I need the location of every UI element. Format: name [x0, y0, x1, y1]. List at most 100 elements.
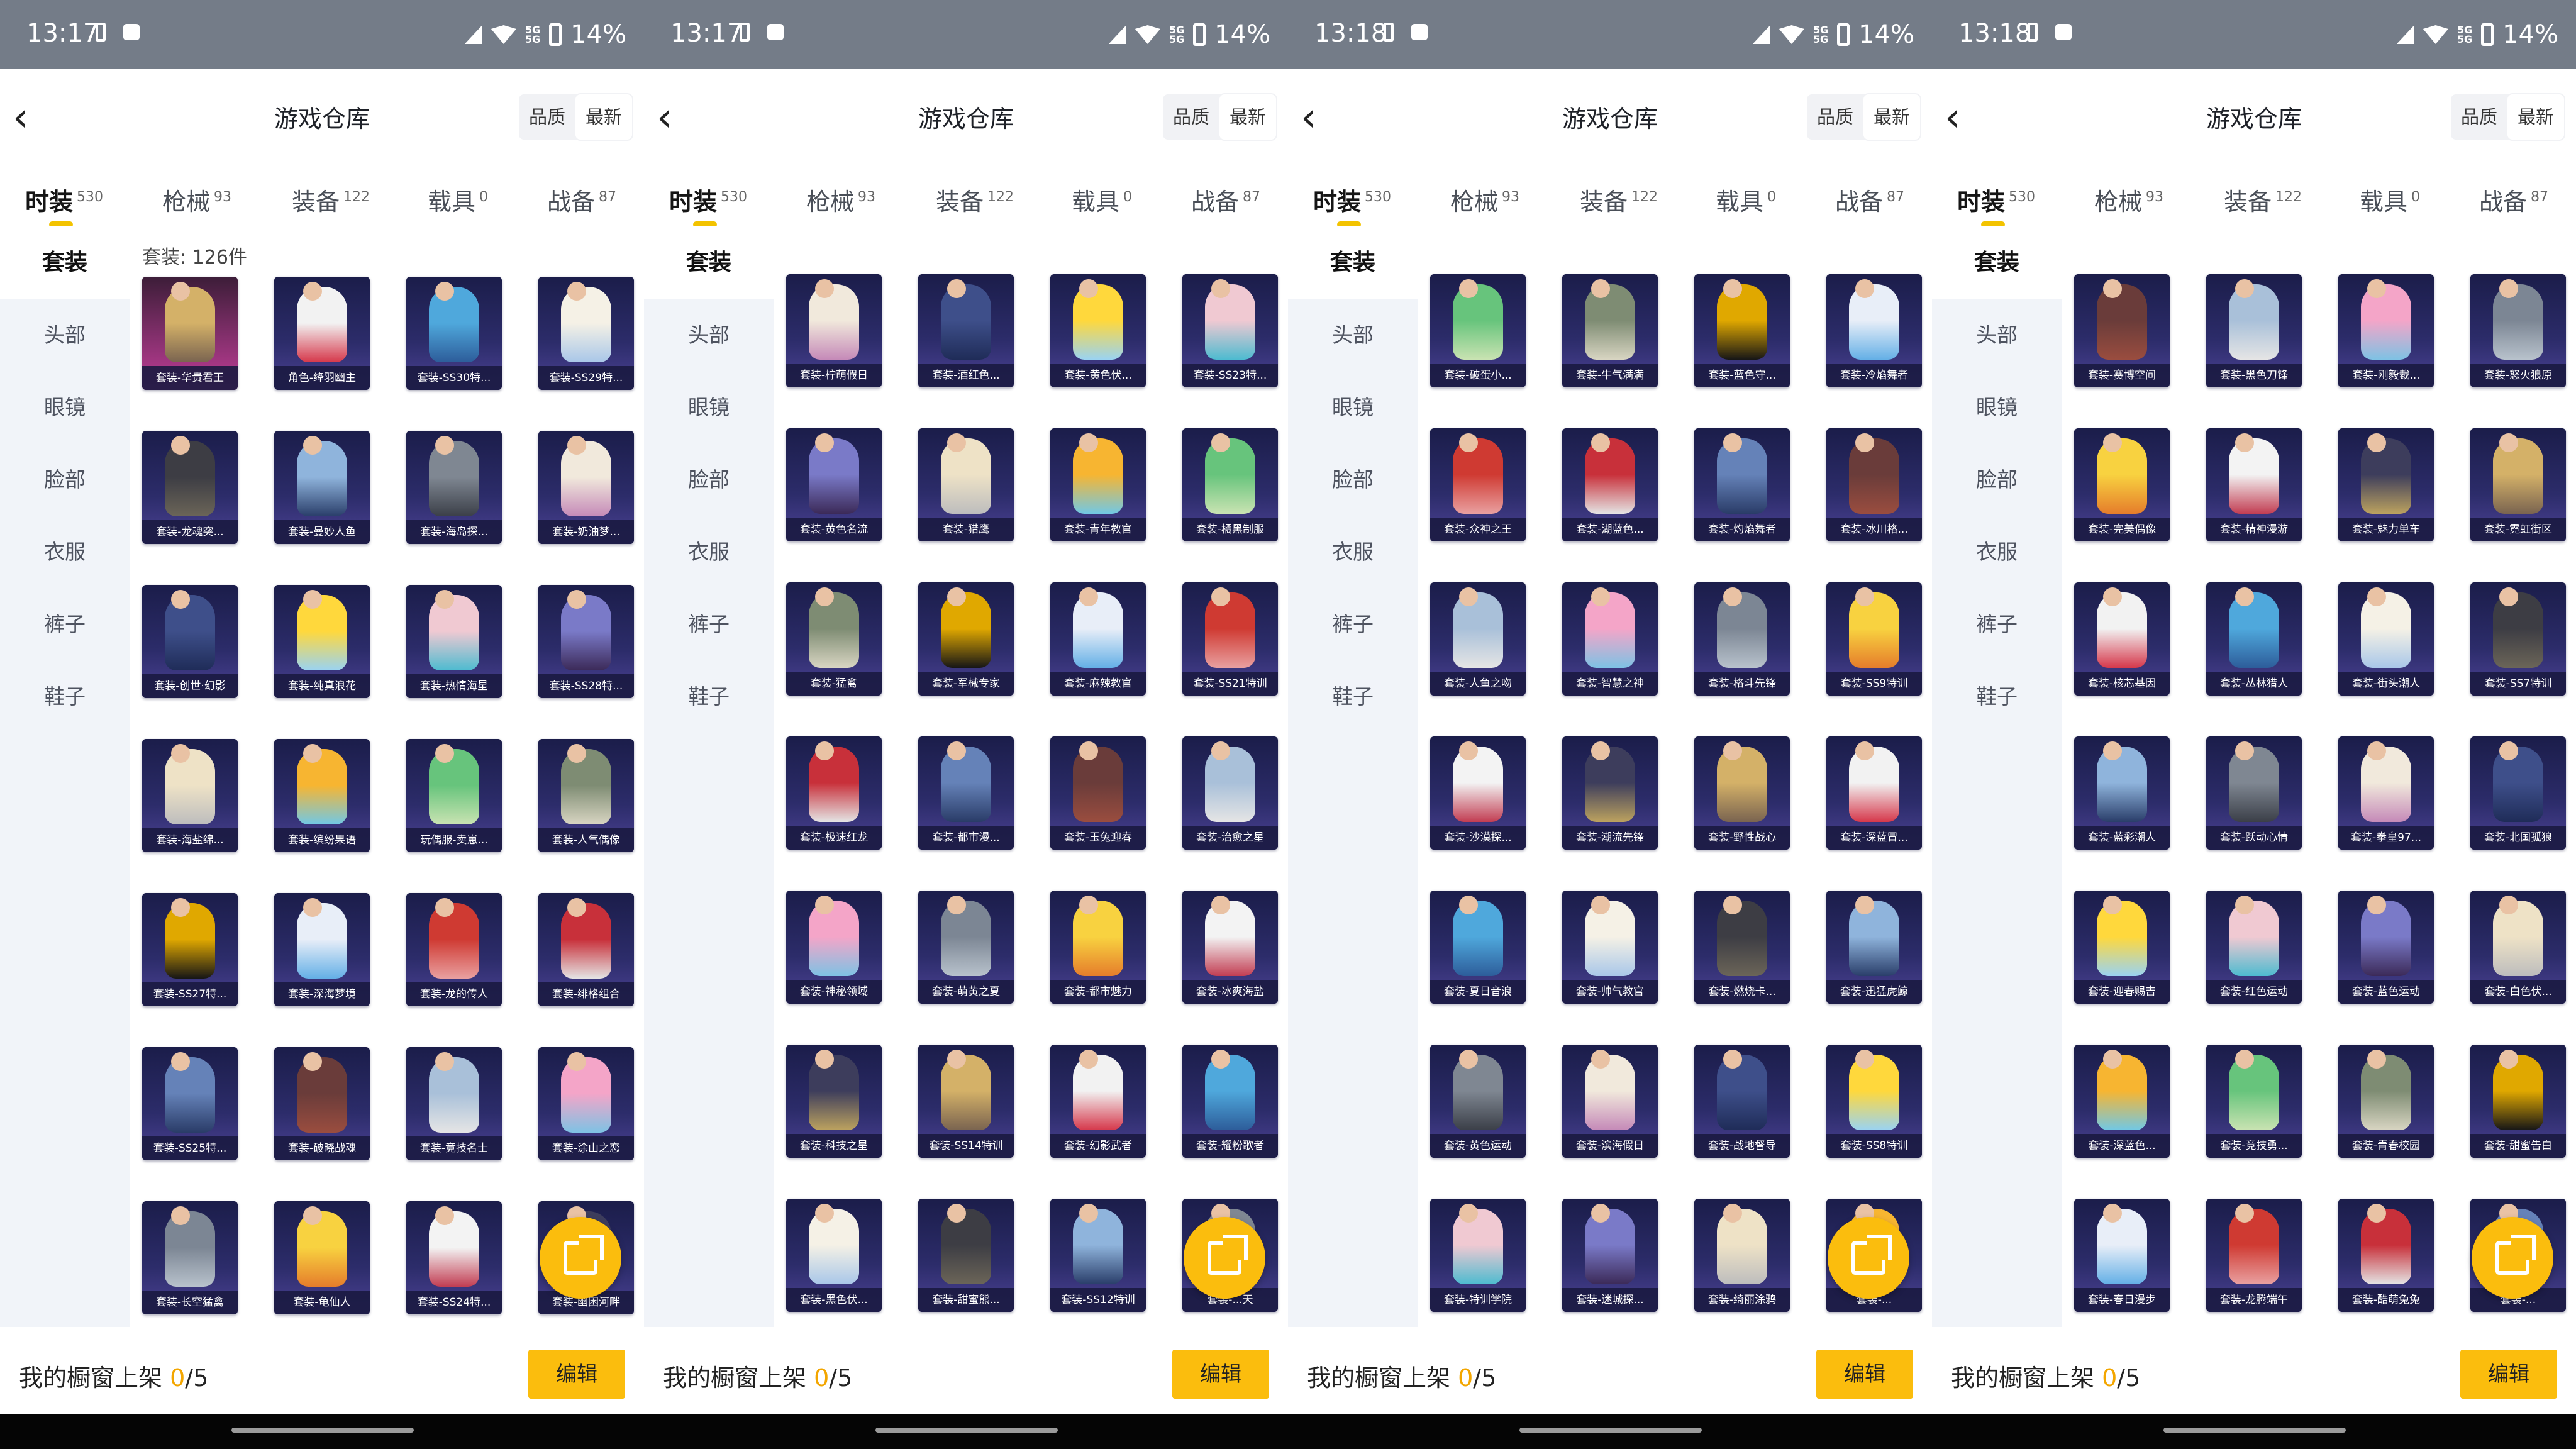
home-indicator[interactable] — [231, 1428, 414, 1433]
item-card[interactable]: 套装-猎鹰 — [918, 428, 1014, 541]
item-card[interactable]: 套装-SS24特... — [406, 1201, 502, 1314]
item-card[interactable]: 套装-萌黄之夏 — [918, 891, 1014, 1004]
item-card[interactable]: 套装-SS23特... — [1182, 274, 1278, 387]
item-card[interactable]: 套装-竞技勇... — [2206, 1045, 2302, 1158]
tab-2[interactable]: 装备 122 — [936, 182, 1014, 217]
tab-0[interactable]: 时装 530 — [25, 182, 103, 217]
sort-latest-button[interactable]: 最新 — [1219, 94, 1277, 140]
item-card[interactable]: 套装-魅力单车 — [2338, 428, 2434, 541]
home-indicator[interactable] — [875, 1428, 1058, 1433]
item-card[interactable]: 套装-创世·幻影 — [142, 585, 238, 698]
item-card[interactable]: 套装-黑色刀锋 — [2206, 274, 2302, 387]
item-card[interactable]: 套装-长空猛禽 — [142, 1201, 238, 1314]
item-card[interactable]: 套装-龙魂突... — [142, 431, 238, 544]
item-card[interactable]: 套装-蓝色运动 — [2338, 891, 2434, 1004]
item-card[interactable]: 套装-海岛探... — [406, 431, 502, 544]
sidebar-item-6[interactable]: 鞋子 — [0, 660, 130, 733]
item-card[interactable]: 套装-灼焰舞者 — [1694, 428, 1790, 541]
item-card[interactable]: 套装-幻影武者 — [1050, 1045, 1146, 1158]
item-card[interactable]: 套装-耀粉歌者 — [1182, 1045, 1278, 1158]
home-indicator[interactable] — [2163, 1428, 2346, 1433]
item-card[interactable]: 套装-人气偶像 — [538, 739, 634, 852]
item-card[interactable]: 套装-缤纷果语 — [274, 739, 370, 852]
item-card[interactable]: 套装-SS12特训 — [1050, 1199, 1146, 1312]
item-card[interactable]: 套装-绯格组合 — [538, 893, 634, 1006]
item-card[interactable]: 套装-北国孤狼 — [2470, 736, 2566, 850]
item-card[interactable]: 套装-热情海星 — [406, 585, 502, 698]
item-card[interactable]: 套装-赛博空间 — [2074, 274, 2170, 387]
tab-2[interactable]: 装备 122 — [2224, 182, 2302, 217]
item-card[interactable]: 套装-SS28特... — [538, 585, 634, 698]
item-card[interactable]: 套装-竞技名士 — [406, 1047, 502, 1160]
sidebar-item-4[interactable]: 衣服 — [0, 516, 130, 588]
tab-1[interactable]: 枪械 93 — [162, 182, 231, 217]
sidebar-item-1[interactable]: 头部 — [0, 299, 130, 371]
item-card[interactable]: 套装-SS30特... — [406, 277, 502, 390]
item-card[interactable]: 套装-酒红色... — [918, 274, 1014, 387]
item-card[interactable]: 套装-甜蜜熊... — [918, 1199, 1014, 1312]
tab-4[interactable]: 战备 87 — [1191, 182, 1260, 217]
sort-quality-button[interactable]: 品质 — [1807, 94, 1863, 140]
item-card[interactable]: 套装-SS14特训 — [918, 1045, 1014, 1158]
item-card[interactable]: 套装-酷萌兔兔 — [2338, 1199, 2434, 1312]
item-card[interactable]: 套装-SS25特... — [142, 1047, 238, 1160]
item-card[interactable]: 套装-沙漠探... — [1430, 736, 1526, 850]
sidebar-item-3[interactable]: 脸部 — [1932, 443, 2062, 516]
item-card[interactable]: 套装-潮流先锋 — [1562, 736, 1658, 850]
item-card[interactable]: 套装-橘黑制服 — [1182, 428, 1278, 541]
item-card[interactable]: 套装-深蓝冒... — [1826, 736, 1922, 850]
tab-0[interactable]: 时装 530 — [669, 182, 747, 217]
home-indicator[interactable] — [1519, 1428, 1702, 1433]
item-card[interactable]: 套装-精神漫游 — [2206, 428, 2302, 541]
sort-quality-button[interactable]: 品质 — [1163, 94, 1219, 140]
item-card[interactable]: 套装-极速红龙 — [786, 736, 882, 850]
item-card[interactable]: 套装-冷焰舞者 — [1826, 274, 1922, 387]
item-card[interactable]: 套装-青春校园 — [2338, 1045, 2434, 1158]
item-card[interactable]: 套装-特训学院 — [1430, 1199, 1526, 1312]
share-button[interactable] — [540, 1217, 621, 1299]
item-card[interactable]: 角色-绛羽幽主 — [274, 277, 370, 390]
item-card[interactable]: 套装-迅猛虎鲸 — [1826, 891, 1922, 1004]
item-card[interactable]: 套装-破蛋小... — [1430, 274, 1526, 387]
item-card[interactable]: 套装-完美偶像 — [2074, 428, 2170, 541]
item-card[interactable]: 套装-涂山之恋 — [538, 1047, 634, 1160]
item-card[interactable]: 套装-红色运动 — [2206, 891, 2302, 1004]
item-card[interactable]: 套装-玉兔迎春 — [1050, 736, 1146, 850]
item-card[interactable]: 套装-神秘领域 — [786, 891, 882, 1004]
item-card[interactable]: 套装-蓝彩潮人 — [2074, 736, 2170, 850]
sort-latest-button[interactable]: 最新 — [575, 94, 633, 140]
sidebar-item-2[interactable]: 眼镜 — [0, 371, 130, 443]
edit-button[interactable]: 编辑 — [2460, 1350, 2557, 1399]
tab-1[interactable]: 枪械 93 — [2094, 182, 2163, 217]
item-card[interactable]: 套装-SS8特训 — [1826, 1045, 1922, 1158]
sort-latest-button[interactable]: 最新 — [1863, 94, 1921, 140]
sidebar-item-2[interactable]: 眼镜 — [1932, 371, 2062, 443]
sidebar-item-2[interactable]: 眼镜 — [1288, 371, 1418, 443]
item-card[interactable]: 套装-龟仙人 — [274, 1201, 370, 1314]
item-card[interactable]: 套装-白色伏... — [2470, 891, 2566, 1004]
sort-quality-button[interactable]: 品质 — [2451, 94, 2507, 140]
item-card[interactable]: 套装-柠萌假日 — [786, 274, 882, 387]
sidebar-item-2[interactable]: 眼镜 — [644, 371, 774, 443]
sort-quality-button[interactable]: 品质 — [519, 94, 575, 140]
item-card[interactable]: 套装-拳皇97... — [2338, 736, 2434, 850]
item-card[interactable]: 套装-深海梦境 — [274, 893, 370, 1006]
item-card[interactable]: 套装-湖蓝色... — [1562, 428, 1658, 541]
item-card[interactable]: 套装-刚毅裁... — [2338, 274, 2434, 387]
item-card[interactable]: 套装-甜蜜告白 — [2470, 1045, 2566, 1158]
sidebar-item-5[interactable]: 裤子 — [1932, 588, 2062, 660]
share-button[interactable] — [2472, 1217, 2553, 1299]
item-card[interactable]: 套装-猛禽 — [786, 582, 882, 696]
item-card[interactable]: 套装-军械专家 — [918, 582, 1014, 696]
item-card[interactable]: 套装-丛林猎人 — [2206, 582, 2302, 696]
item-card[interactable]: 套装-街头潮人 — [2338, 582, 2434, 696]
tab-1[interactable]: 枪械 93 — [1450, 182, 1519, 217]
item-card[interactable]: 套装-燃烧卡... — [1694, 891, 1790, 1004]
item-card[interactable]: 套装-格斗先锋 — [1694, 582, 1790, 696]
sidebar-item-5[interactable]: 裤子 — [1288, 588, 1418, 660]
item-card[interactable]: 套装-绮丽涂鸦 — [1694, 1199, 1790, 1312]
tab-1[interactable]: 枪械 93 — [806, 182, 875, 217]
item-card[interactable]: 套装-SS27特... — [142, 893, 238, 1006]
item-card[interactable]: 套装-迷城探... — [1562, 1199, 1658, 1312]
item-card[interactable]: 套装-夏日音浪 — [1430, 891, 1526, 1004]
